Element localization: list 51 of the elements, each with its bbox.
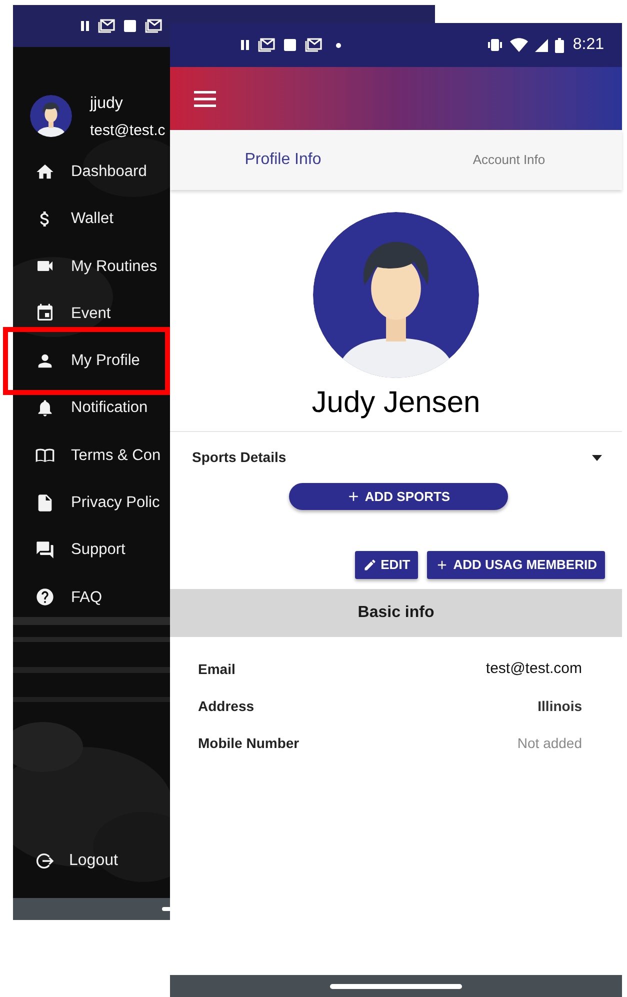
tab[interactable]: Account Info [396,130,622,190]
field-value: Illinois [538,697,582,716]
pause-icon [80,20,90,32]
menu-icon [194,90,216,108]
help-icon [35,587,55,608]
logout-icon [35,851,55,871]
mail-icon [98,19,115,33]
battery-icon [554,38,564,52]
tab[interactable]: Profile Info [170,130,396,190]
menu-item[interactable]: Notification [35,397,170,420]
menu-item[interactable]: Wallet [35,208,170,230]
menu-item[interactable]: Dashboard [35,160,170,183]
square-icon [283,38,297,52]
menu-item[interactable]: Support [35,538,170,561]
field-value: Not added [517,734,582,753]
wifi-icon [510,38,528,52]
calendar-icon [35,303,55,324]
menu-item[interactable]: Privacy Polic [35,492,170,514]
menu-item[interactable]: My Profile [35,350,170,372]
action-button[interactable]: EDIT [354,551,418,579]
home-handle[interactable] [330,984,462,988]
dropdown-caret-icon [592,454,602,460]
pause-icon [240,39,250,51]
add-sports-button[interactable]: ADD SPORTS [288,483,508,510]
menu-button[interactable] [194,90,216,108]
menu-item[interactable]: FAQ [35,586,170,608]
mail-icon [258,38,275,52]
chat-icon [35,540,55,560]
section-header: Basic info [170,589,622,637]
menu-item[interactable]: Terms & Con [35,444,170,466]
vibrate-icon [486,38,503,52]
field-label: Mobile Number [198,734,300,753]
menu-item[interactable]: My Routines [35,255,170,278]
signal-icon [534,38,548,52]
status-time: 8:21 [572,35,604,55]
action-button[interactable]: ADD USAG MEMBERID [427,551,605,579]
username: jjudy [90,94,124,114]
mail-icon [305,38,322,52]
logout-item[interactable]: Logout [13,837,170,885]
avatar [30,95,72,137]
email-text: test@test.c [90,120,166,141]
profile-name: Judy Jensen [310,385,482,421]
square-icon [123,19,137,33]
section-title: Sports Details [192,448,286,467]
field-label: Email [198,660,236,679]
mail-icon [145,19,162,33]
menu-item[interactable]: Event [35,302,170,324]
field-value: test@test.com [486,659,582,680]
home-handle[interactable] [162,907,170,911]
field-label: Address [198,697,254,716]
pencil-icon [362,558,377,572]
